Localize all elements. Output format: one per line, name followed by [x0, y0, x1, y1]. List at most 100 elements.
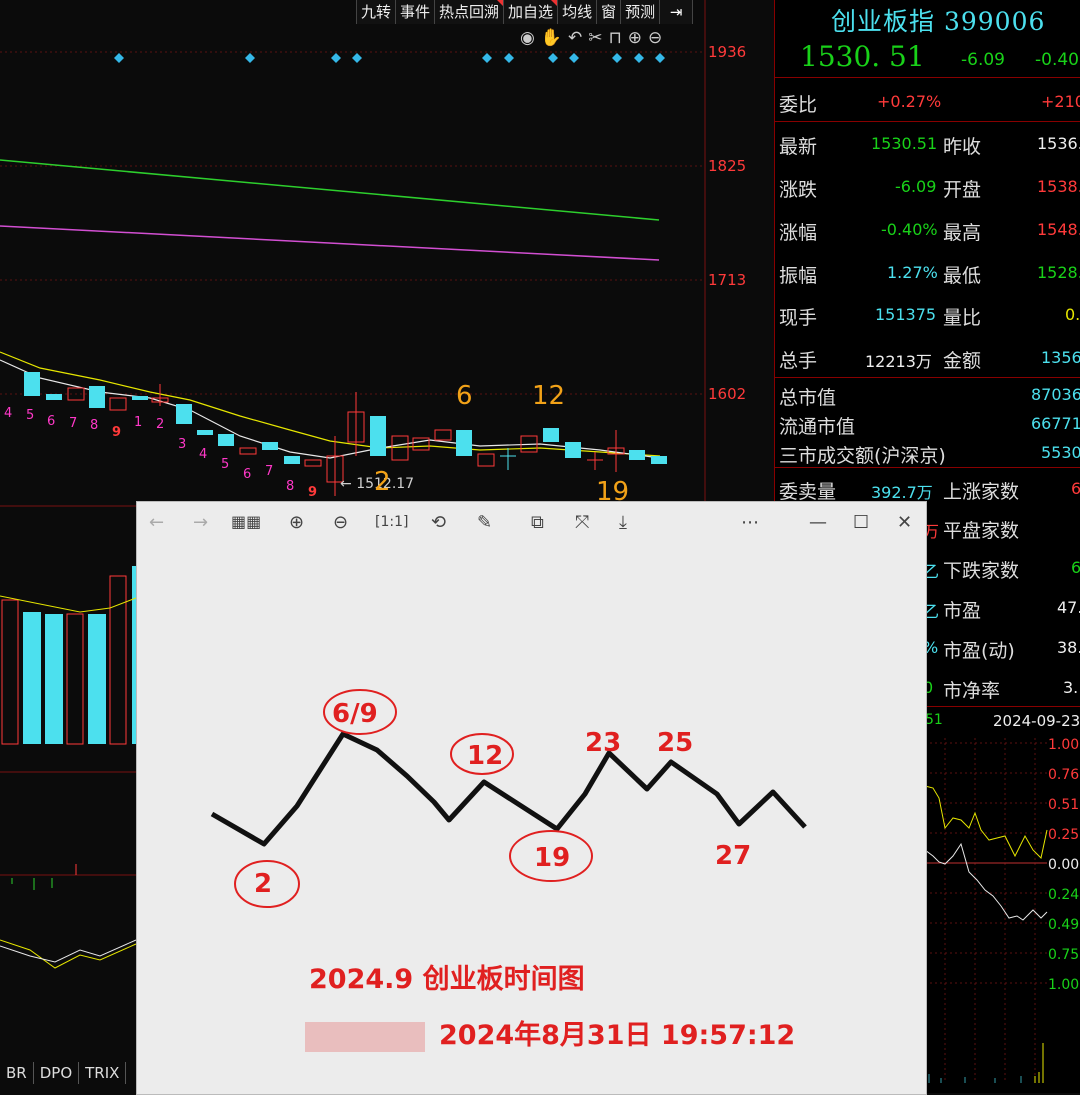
quote-label: 振幅 — [779, 265, 818, 287]
svg-text:8: 8 — [286, 479, 294, 494]
svg-text:6: 6 — [243, 467, 251, 482]
gallery-icon[interactable]: ▦▦ — [231, 512, 261, 531]
divider — [775, 121, 1080, 122]
mini-axis-label: 0.75 — [1048, 947, 1079, 963]
maximize-icon[interactable]: ☐ — [853, 512, 869, 533]
quote-label: 开盘 — [943, 179, 982, 201]
quote-value: -0.40% — [881, 220, 938, 239]
toolbar-hot-review[interactable]: 热点回溯 — [435, 0, 505, 24]
quote-value: 1530.51 — [871, 134, 938, 153]
toolbar-events[interactable]: 事件 — [396, 0, 436, 24]
rotate-icon[interactable]: ⟲ — [431, 512, 446, 533]
toolbar-window[interactable]: 窗 — [597, 0, 622, 24]
mini-chart-date: 2024-09-23 — [993, 712, 1080, 730]
eye-icon[interactable]: ◉ — [520, 28, 535, 48]
market-label: 三市成交额(沪深京) — [779, 445, 946, 467]
stat-label: 下跌家数 — [943, 560, 1020, 582]
quote-label: 最新 — [779, 136, 818, 158]
hand-icon[interactable]: ✋ — [541, 28, 562, 48]
save-icon[interactable]: ⤓ — [619, 512, 627, 533]
svg-text:9: 9 — [112, 425, 121, 440]
divider — [775, 467, 1080, 468]
index-change: -6.09 — [961, 50, 1005, 70]
exit-icon[interactable]: ⇥ — [660, 0, 694, 24]
quote-value: +0.27% — [877, 92, 942, 111]
stat-value: 392.7万 — [871, 483, 933, 502]
toolbar-ma[interactable]: 均线 — [558, 0, 598, 24]
svg-text:7: 7 — [265, 464, 273, 479]
quote-value: 1548. — [1037, 220, 1080, 239]
quote-label: 总手 — [779, 350, 818, 372]
undo-icon[interactable]: ↶ — [568, 28, 582, 48]
mini-chart-label: 51 — [925, 712, 943, 728]
svg-text:5: 5 — [26, 408, 34, 423]
blurred-author — [305, 1022, 425, 1052]
index-change-pct: -0.40 — [1035, 50, 1079, 70]
svg-text:6: 6 — [47, 414, 55, 429]
svg-text:8: 8 — [90, 418, 98, 433]
more-icon[interactable]: ⋯ — [741, 512, 759, 533]
quote-value: 0. — [1065, 305, 1080, 324]
index-title: 创业板指 399006 — [831, 7, 1046, 36]
crop-icon[interactable]: ⧉ — [531, 512, 544, 533]
toolbar-jiuzhuan[interactable]: 九转 — [357, 0, 397, 24]
cycle-label: 6/9 — [332, 699, 378, 729]
quote-value: 1538. — [1037, 177, 1080, 196]
quote-label: 最高 — [943, 222, 982, 244]
svg-text:2: 2 — [156, 417, 164, 432]
price-axis-label: 1825 — [708, 157, 746, 175]
stat-label: 市净率 — [943, 680, 1001, 702]
tab-trix[interactable]: TRIX — [79, 1062, 127, 1084]
close-icon[interactable]: ✕ — [897, 512, 912, 533]
mini-axis-label: 1.00 — [1048, 977, 1079, 993]
svg-text:3: 3 — [178, 437, 186, 452]
cut-icon[interactable]: ✂ — [588, 28, 602, 48]
stat-label: 上涨家数 — [943, 481, 1020, 503]
svg-text:4: 4 — [199, 447, 207, 462]
viewer-image: 6/9 12 23 25 2 19 27 2024.9 创业板时间图 2024年… — [210, 689, 807, 1052]
tab-br[interactable]: BR — [0, 1062, 34, 1084]
quote-value: +210 — [1041, 92, 1080, 111]
mini-axis-label: 0.49 — [1048, 917, 1079, 933]
quote-value: 1536. — [1037, 134, 1080, 153]
zoom-out-icon[interactable]: ⊖ — [648, 28, 662, 48]
intraday-mini-chart[interactable]: 1.00 0.76 0.51 0.25 0.00 0.24 0.49 0.75 … — [925, 738, 1080, 1093]
quote-label: 最低 — [943, 265, 982, 287]
forward-icon[interactable]: → — [193, 512, 208, 533]
fit-icon[interactable]: ⤧ — [575, 512, 589, 533]
quote-label: 涨跌 — [779, 179, 818, 201]
stat-label: 委卖量 — [779, 481, 837, 503]
cycle-label: 23 — [585, 728, 621, 758]
lock-icon[interactable]: ⊓ — [609, 28, 622, 48]
zoom-in-icon[interactable]: ⊕ — [289, 512, 304, 533]
stat-value: 6 — [1071, 479, 1080, 498]
zoom-out-icon[interactable]: ⊖ — [333, 512, 348, 533]
actual-size-icon[interactable]: [1:1] — [375, 514, 408, 530]
market-value: 5530 — [1041, 443, 1080, 462]
stat-value: 47. — [1057, 598, 1080, 617]
svg-text:5: 5 — [221, 457, 229, 472]
cycle-label: 12 — [467, 741, 503, 771]
back-icon[interactable]: ← — [149, 512, 164, 533]
viewer-toolbar: ← → ▦▦ ⊕ ⊖ [1:1] ⟲ ✎ ⧉ ⤧ ⤓ ⋯ — ☐ ✕ — [137, 502, 926, 544]
image-viewer-window: ← → ▦▦ ⊕ ⊖ [1:1] ⟲ ✎ ⧉ ⤧ ⤓ ⋯ — ☐ ✕ 6/9 1… — [136, 501, 927, 1095]
indicator-tabs: BR DPO TRIX — [0, 1062, 127, 1084]
svg-text:9: 9 — [308, 485, 317, 500]
minimize-icon[interactable]: — — [809, 512, 827, 533]
cycle-label: 2 — [254, 869, 272, 899]
market-label: 流通市值 — [779, 416, 856, 438]
edit-icon[interactable]: ✎ — [477, 512, 492, 533]
image-timestamp: 2024年8月31日 19:57:12 — [439, 1019, 795, 1051]
toolbar-add-watchlist[interactable]: 加自选 — [504, 0, 559, 24]
zoom-in-icon[interactable]: ⊕ — [628, 28, 642, 48]
mini-axis-label: 0.51 — [1048, 797, 1079, 813]
toolbar-forecast[interactable]: 预测 — [621, 0, 661, 24]
mini-axis-label: 1.00 — [1048, 738, 1079, 753]
tab-dpo[interactable]: DPO — [34, 1062, 80, 1084]
mini-axis-label: 0.24 — [1048, 887, 1079, 903]
market-value: 87036 — [1031, 385, 1080, 404]
svg-text:4: 4 — [4, 406, 12, 421]
mini-axis-label: 0.00 — [1048, 857, 1079, 873]
price-axis-label: 1602 — [708, 385, 746, 403]
quote-value: 1356 — [1041, 348, 1080, 367]
